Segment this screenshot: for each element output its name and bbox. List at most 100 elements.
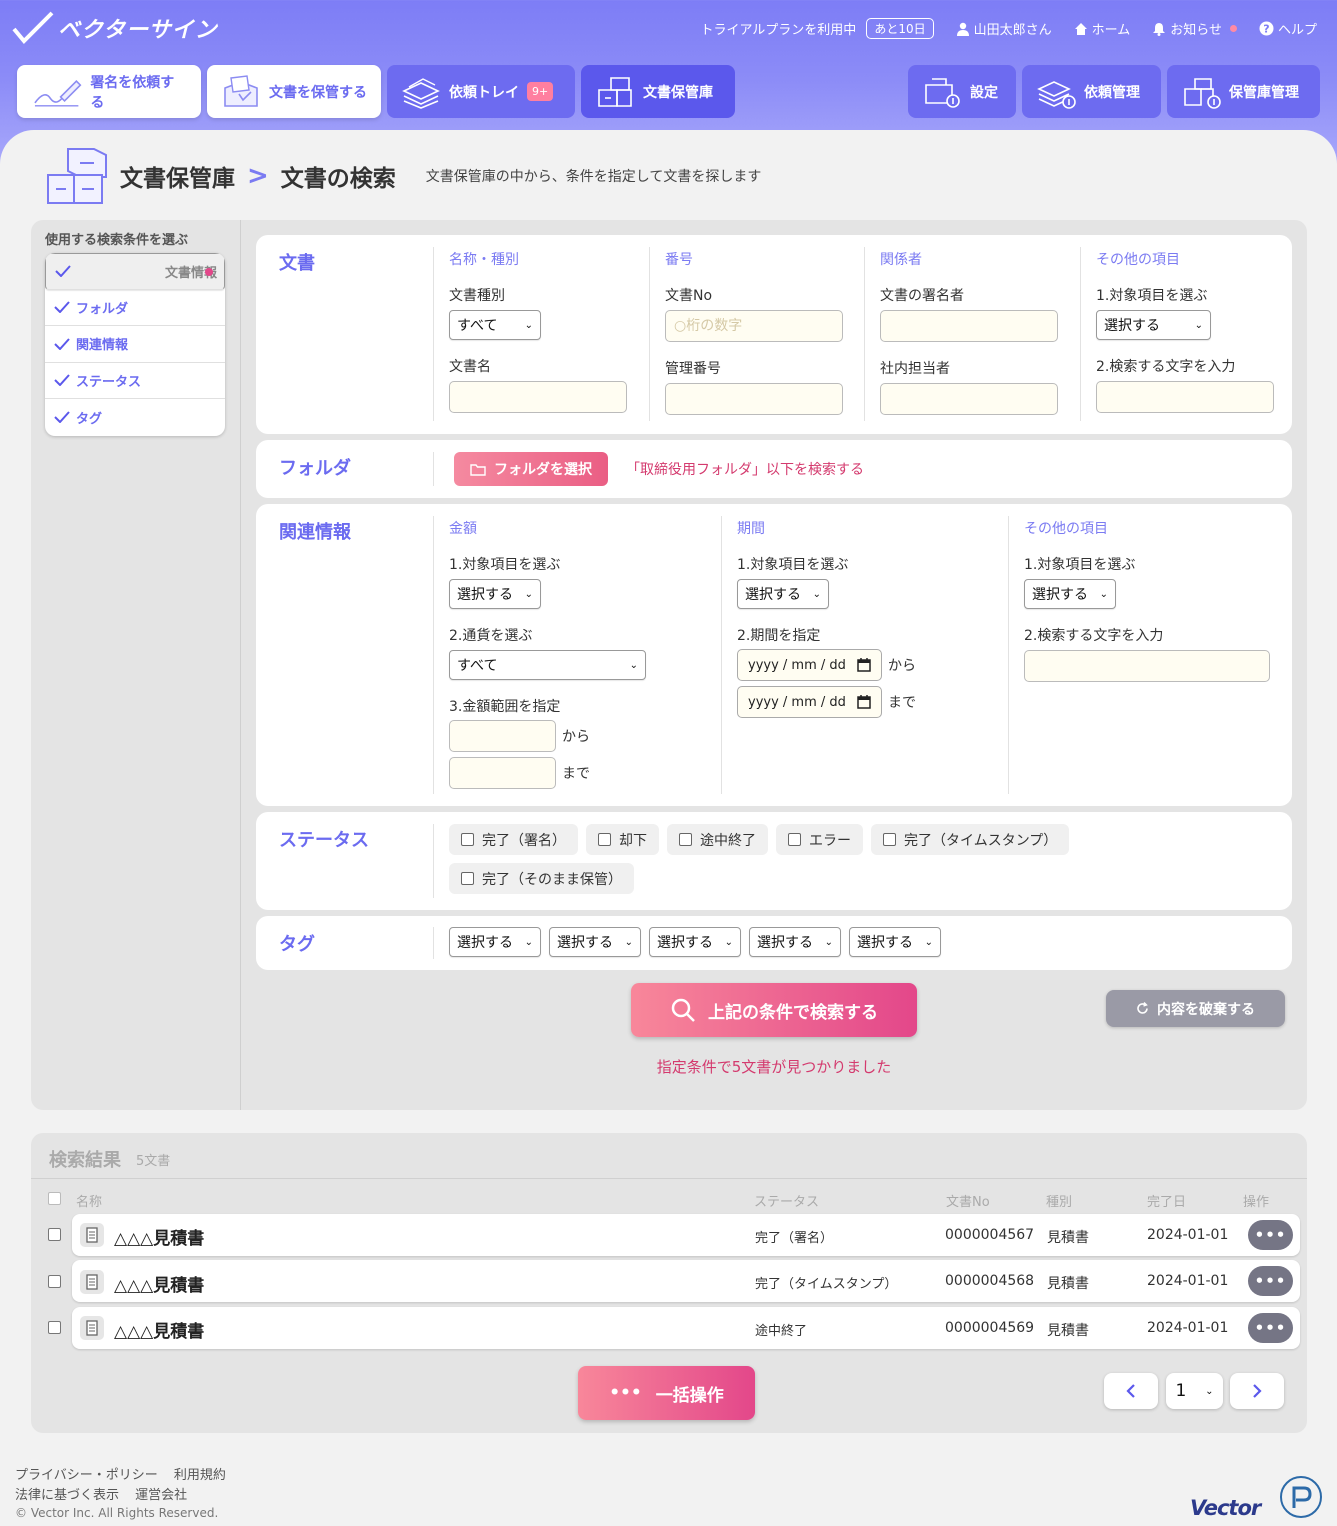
page-description: 文書保管庫の中から、条件を指定して文書を探します [425, 169, 762, 185]
currency-select[interactable]: すべて ⌄ [449, 650, 646, 680]
checkbox-label: 完了（そのまま保管） [482, 871, 622, 888]
select-all-checkbox[interactable] [48, 1192, 61, 1205]
status-checkbox-timestamp[interactable]: 完了（タイムスタンプ） [871, 824, 1070, 855]
copyright: © Vector Inc. All Rights Reserved. [15, 1506, 219, 1520]
row-name[interactable]: △△△見積書 [114, 1317, 204, 1342]
tab-request-tray[interactable]: 依頼トレイ 9+ [387, 65, 575, 118]
tag-column: 選択する ⌄ 選択する ⌄ 選択する ⌄ 選択する ⌄ 選択する ⌄ [433, 927, 1033, 959]
doc-type-select[interactable]: すべて ⌄ [449, 310, 541, 340]
sidebar-item-status[interactable]: ステータス [45, 363, 225, 399]
row-checkbox[interactable] [48, 1228, 61, 1241]
tag-select-5[interactable]: 選択する ⌄ [849, 927, 941, 957]
privacy-link[interactable]: プライバシー・ポリシー [15, 1468, 158, 1483]
sidebar-item-document[interactable]: 文書情報 [45, 253, 225, 290]
item-label: 1.対象項目を選ぶ [1096, 288, 1208, 304]
table-row[interactable] [72, 1307, 1300, 1349]
column-header: 期間 [737, 521, 765, 537]
tag-select-1[interactable]: 選択する ⌄ [449, 927, 541, 957]
col-header-name: 名称 [76, 1195, 103, 1210]
home-link[interactable]: ホーム [1074, 19, 1130, 38]
signer-input[interactable] [880, 310, 1058, 342]
tag-select-4[interactable]: 選択する ⌄ [749, 927, 841, 957]
doc-type-label: 文書種別 [449, 288, 505, 304]
search-button[interactable]: 上記の条件で検索する [631, 983, 917, 1037]
sidebar-item-related[interactable]: 関連情報 [45, 326, 225, 363]
help-link[interactable]: ? ヘルプ [1259, 19, 1317, 38]
notice-link[interactable]: お知らせ [1152, 19, 1237, 38]
app-logo[interactable]: ベクターサイン [12, 10, 218, 46]
more-dots-icon: ••• [609, 1383, 642, 1403]
terms-link[interactable]: 利用規約 [174, 1468, 226, 1483]
results-title: 検索結果 [49, 1150, 121, 1171]
other-item-select[interactable]: 選択する ⌄ [1024, 579, 1116, 609]
item-select[interactable]: 選択する ⌄ [1096, 310, 1211, 340]
row-more-button[interactable]: ••• [1248, 1266, 1293, 1296]
sidebar-item-folder[interactable]: フォルダ [45, 290, 225, 326]
column-header: その他の項目 [1096, 252, 1180, 268]
tab-request-mgmt[interactable]: 依頼管理 [1022, 65, 1161, 118]
date-to-input[interactable]: yyyy / mm / dd [737, 686, 882, 718]
amount-item-select[interactable]: 選択する ⌄ [449, 579, 541, 609]
related-card: 関連情報 金額 1.対象項目を選ぶ 選択する ⌄ 2.通貨を選ぶ すべて ⌄ 3.金… [256, 504, 1292, 806]
company-link[interactable]: 運営会社 [135, 1488, 187, 1503]
checkbox-box [883, 833, 896, 846]
tab-vault-mgmt[interactable]: 保管庫管理 [1167, 65, 1320, 118]
status-checkbox-signed[interactable]: 完了（署名） [449, 824, 578, 855]
mgmt-no-input[interactable] [665, 383, 843, 415]
col-header-status: ステータス [754, 1195, 820, 1210]
tab-label: 依頼トレイ [449, 84, 519, 101]
folder-column: フォルダを選択 「取締役用フォルダ」以下を検索する [433, 452, 1233, 486]
tray-count-badge: 9+ [527, 82, 554, 101]
law-link[interactable]: 法律に基づく表示 [15, 1488, 119, 1503]
tag-select-2[interactable]: 選択する ⌄ [549, 927, 641, 957]
status-checkbox-stored[interactable]: 完了（そのまま保管） [449, 863, 634, 894]
status-checkbox-rejected[interactable]: 却下 [586, 824, 659, 855]
button-label: 内容を破棄する [1157, 1001, 1255, 1018]
doc-no-label: 文書No [665, 288, 713, 304]
notice-dot [1229, 25, 1237, 32]
tab-vault[interactable]: 文書保管庫 [581, 65, 735, 118]
clear-button[interactable]: 内容を破棄する [1106, 990, 1285, 1027]
calendar-icon [857, 695, 871, 709]
next-page-button[interactable] [1230, 1373, 1284, 1409]
staff-input[interactable] [880, 383, 1058, 415]
checkbox-label: 完了（タイムスタンプ） [904, 832, 1058, 849]
table-row[interactable] [72, 1214, 1300, 1256]
checkbox-box [598, 833, 611, 846]
tab-request-sign[interactable]: 署名を依頼する [17, 65, 201, 118]
sidebar-label: 使用する検索条件を選ぶ [45, 233, 189, 248]
bulk-action-button[interactable]: ••• 一括操作 [578, 1366, 755, 1420]
checkbox-label: 途中終了 [700, 832, 756, 849]
other-text-input[interactable] [1096, 381, 1274, 413]
doc-name-input[interactable] [449, 381, 627, 413]
tag-card: タグ 選択する ⌄ 選択する ⌄ 選択する ⌄ 選択する ⌄ 選択する ⌄ [256, 916, 1292, 970]
doc-no-input[interactable]: ○桁の数字 [665, 310, 843, 342]
period-item-select[interactable]: 選択する ⌄ [737, 579, 829, 609]
row-more-button[interactable]: ••• [1248, 1313, 1293, 1343]
row-name[interactable]: △△△見積書 [114, 1224, 204, 1249]
tag-select-3[interactable]: 選択する ⌄ [649, 927, 741, 957]
sidebar-item-tag[interactable]: タグ [45, 399, 225, 436]
status-checkbox-error[interactable]: エラー [776, 824, 863, 855]
tab-store-doc[interactable]: 文書を保管する [207, 65, 381, 118]
row-more-button[interactable]: ••• [1248, 1220, 1293, 1250]
select-folder-button[interactable]: フォルダを選択 [454, 452, 608, 486]
row-status: 完了（タイムスタンプ） [755, 1277, 898, 1292]
table-row[interactable] [72, 1260, 1300, 1302]
prev-page-button[interactable] [1104, 1373, 1158, 1409]
page-select[interactable]: 1 ⌄ [1166, 1373, 1223, 1409]
row-checkbox[interactable] [48, 1321, 61, 1334]
amount-from-input[interactable] [449, 720, 556, 752]
request-mgmt-icon [1037, 80, 1076, 109]
status-checkbox-aborted[interactable]: 途中終了 [667, 824, 768, 855]
tab-settings[interactable]: 設定 [908, 65, 1016, 118]
user-menu[interactable]: 山田太郎さん [956, 19, 1052, 38]
date-from-input[interactable]: yyyy / mm / dd [737, 649, 882, 681]
related-text-input[interactable] [1024, 650, 1270, 682]
row-status: 完了（署名） [755, 1231, 834, 1246]
row-checkbox[interactable] [48, 1275, 61, 1288]
row-name[interactable]: △△△見積書 [114, 1271, 204, 1296]
chevron-right-icon: > [247, 161, 269, 191]
amount-to-input[interactable] [449, 757, 556, 789]
status-card: ステータス 完了（署名） 却下 途中終了 エラー 完了（タイムスタンプ） 完了（… [256, 812, 1292, 910]
